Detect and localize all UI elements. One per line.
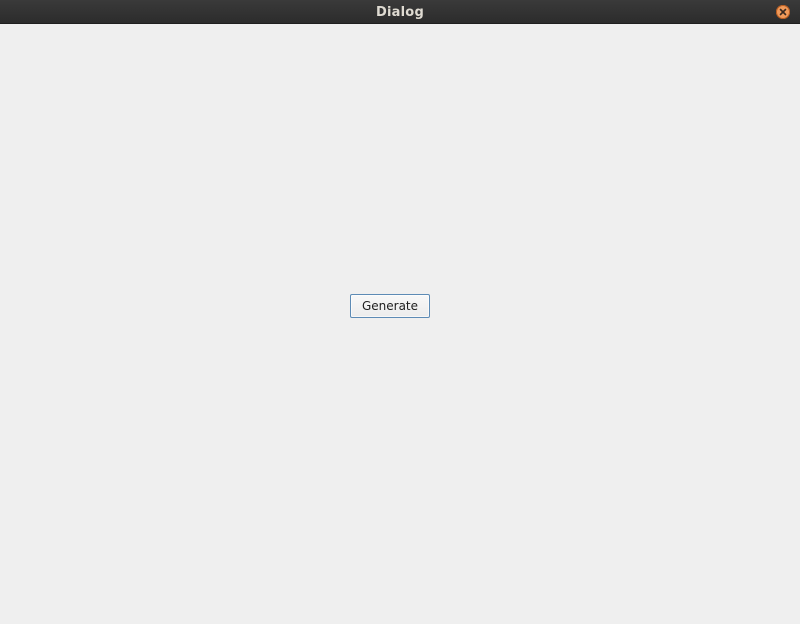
title-bar[interactable]: Dialog (0, 0, 800, 24)
window-title: Dialog (376, 5, 424, 20)
close-button[interactable] (776, 5, 790, 19)
generate-button[interactable]: Generate (350, 294, 430, 318)
dialog-window: Dialog Generate (0, 0, 800, 624)
close-icon (779, 8, 787, 16)
dialog-content: Generate (0, 24, 800, 624)
